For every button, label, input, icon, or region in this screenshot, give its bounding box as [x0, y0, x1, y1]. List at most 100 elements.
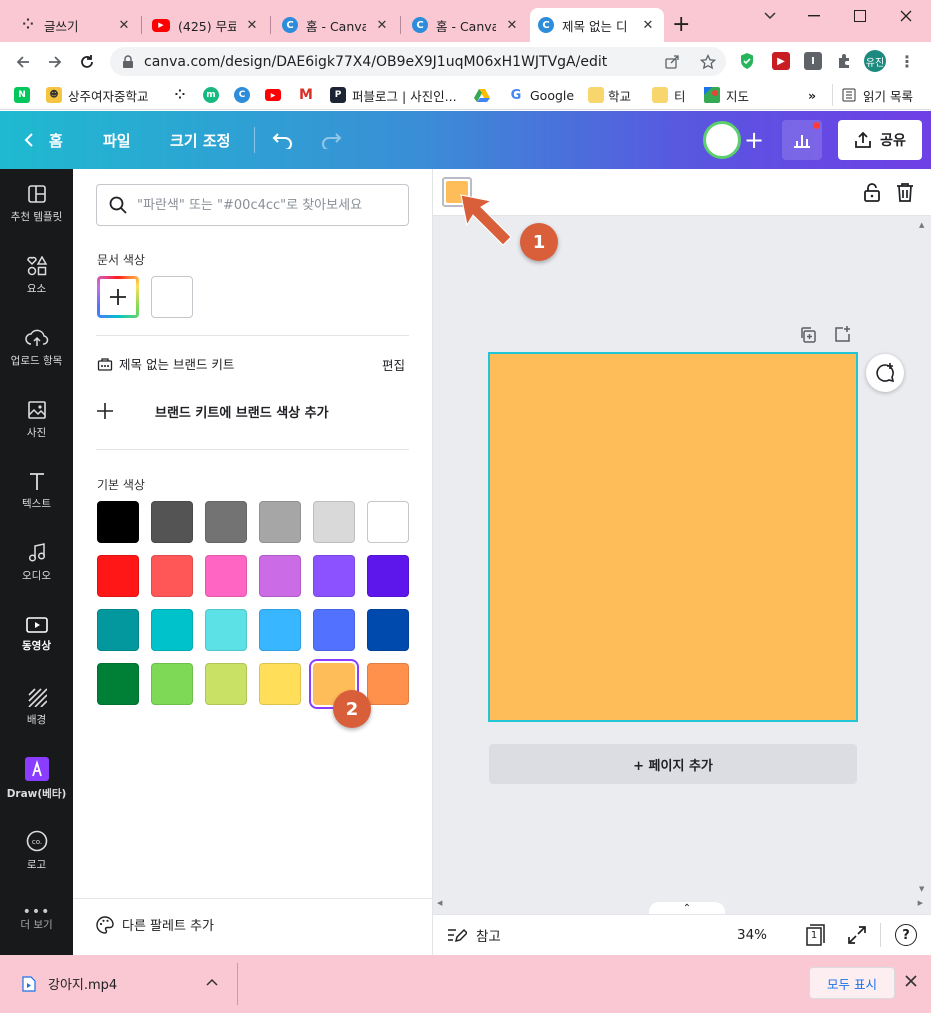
nav-templates[interactable]: 추천 템플릿	[0, 173, 73, 235]
brand-kit-edit-link[interactable]: 편집	[382, 355, 405, 374]
tab-2[interactable]: ▶ (425) 무료트 ✕	[144, 8, 268, 42]
nav-background[interactable]: 배경	[0, 676, 73, 738]
color-swatch[interactable]	[367, 663, 409, 705]
forward-arrow-icon[interactable]	[44, 51, 66, 73]
add-palette-button[interactable]: 다른 팔레트 추가	[96, 915, 214, 934]
bookmark-m[interactable]: m	[203, 84, 219, 106]
color-swatch[interactable]	[205, 663, 247, 705]
red-extension-icon[interactable]: ▶	[772, 52, 790, 70]
help-icon[interactable]: ?	[895, 924, 917, 946]
color-swatch[interactable]	[97, 501, 139, 543]
close-download-bar-icon[interactable]	[905, 975, 917, 991]
close-icon[interactable]: ✕	[244, 18, 260, 33]
chevron-up-icon[interactable]	[206, 975, 218, 990]
bookmark-school[interactable]: ☻ 상주여자중학교	[46, 84, 149, 106]
color-swatch[interactable]	[205, 609, 247, 651]
color-swatch[interactable]	[367, 501, 409, 543]
color-search-input[interactable]	[137, 197, 408, 213]
color-swatch[interactable]	[313, 501, 355, 543]
nav-uploads[interactable]: 업로드 항목	[0, 317, 73, 379]
tab-search-chevron-icon[interactable]	[756, 6, 784, 26]
tab-3[interactable]: C 홈 - Canva ✕	[274, 8, 398, 42]
bookmark-folder-school[interactable]: 학교	[608, 84, 631, 106]
vertical-scrollbar[interactable]: ▲ ▼	[919, 221, 927, 893]
color-swatch[interactable]	[259, 501, 301, 543]
close-icon[interactable]: ✕	[504, 18, 520, 33]
bookmark-naver[interactable]: N	[14, 84, 30, 106]
color-swatch[interactable]	[151, 501, 193, 543]
file-menu-button[interactable]: 파일	[103, 111, 131, 169]
bookmark-drive[interactable]	[474, 84, 490, 106]
color-swatch[interactable]	[97, 555, 139, 597]
page-count-button[interactable]: 1	[805, 923, 827, 947]
download-item[interactable]: 강아지.mp4	[22, 974, 117, 993]
bookmark-gmail[interactable]: M	[298, 84, 314, 106]
color-search-box[interactable]	[96, 184, 409, 226]
puzzle-icon[interactable]	[835, 52, 853, 70]
color-swatch[interactable]	[313, 609, 355, 651]
nav-audio[interactable]: 오디오	[0, 532, 73, 594]
design-page[interactable]	[488, 352, 858, 722]
add-doc-color-button[interactable]	[97, 276, 139, 318]
add-collaborator-icon[interactable]: +	[744, 111, 764, 169]
bookmark-maps[interactable]: 지도	[704, 84, 749, 106]
add-page-button[interactable]: + 페이지 추가	[489, 744, 857, 784]
trash-icon[interactable]	[896, 182, 914, 206]
color-swatch[interactable]	[97, 609, 139, 651]
bookmark-canva[interactable]: C	[234, 84, 250, 106]
nav-text[interactable]: 텍스트	[0, 460, 73, 522]
close-window-button[interactable]	[892, 6, 920, 26]
doc-color-swatch-white[interactable]	[151, 276, 193, 318]
bookmark-folder-ti[interactable]: 티	[652, 84, 686, 106]
insights-button[interactable]	[782, 120, 822, 160]
profile-avatar[interactable]: 유진	[864, 50, 886, 72]
nav-logo[interactable]: co. 로고	[0, 820, 73, 882]
share-page-icon[interactable]	[664, 54, 680, 70]
tab-5-active[interactable]: C 제목 없는 디 ✕	[530, 8, 664, 42]
lock-toggle-icon[interactable]	[863, 182, 881, 206]
back-arrow-icon[interactable]	[12, 51, 34, 73]
show-all-button[interactable]: 모두 표시	[809, 967, 895, 999]
bookmark-youtube[interactable]: ▶	[265, 84, 281, 106]
minimize-button[interactable]	[800, 6, 828, 26]
nav-draw[interactable]: Draw(베타)	[0, 748, 73, 810]
redo-icon[interactable]	[320, 111, 342, 169]
undo-icon[interactable]	[272, 111, 294, 169]
maximize-button[interactable]	[846, 6, 874, 26]
reload-icon[interactable]	[76, 51, 98, 73]
add-brand-color-button[interactable]: 브랜드 키트에 브랜드 색상 추가	[95, 397, 409, 425]
user-avatar[interactable]	[703, 121, 741, 159]
more-bookmarks-icon[interactable]: »	[808, 84, 816, 106]
zoom-level[interactable]: 34%	[737, 927, 767, 943]
color-swatch[interactable]	[205, 555, 247, 597]
home-button[interactable]: 홈	[24, 111, 63, 169]
bookmark-folder-empty[interactable]	[588, 84, 604, 106]
bookmark-tistory[interactable]: ⁘	[172, 84, 188, 106]
nav-elements[interactable]: 요소	[0, 245, 73, 307]
color-swatch[interactable]	[151, 609, 193, 651]
nav-more[interactable]: ••• 더 보기	[0, 891, 73, 953]
reading-list[interactable]: 읽기 목록	[832, 84, 913, 106]
tab-1[interactable]: ⁘ 글쓰기 ✕	[12, 8, 140, 42]
color-swatch[interactable]	[259, 555, 301, 597]
close-icon[interactable]: ✕	[116, 18, 132, 33]
nav-video[interactable]: 동영상	[0, 604, 73, 666]
color-swatch[interactable]	[205, 501, 247, 543]
add-comment-button[interactable]	[866, 354, 904, 392]
kebab-menu-icon[interactable]: ⋮	[898, 52, 916, 71]
address-omnibox[interactable]: canva.com/design/DAE6igk77X4/OB9eX9J1uqM…	[110, 47, 726, 76]
color-swatch[interactable]	[97, 663, 139, 705]
add-page-icon[interactable]	[833, 325, 851, 347]
color-swatch[interactable]	[151, 663, 193, 705]
resize-button[interactable]: 크기 조정	[170, 111, 230, 169]
tab-4[interactable]: C 홈 - Canva ✕	[404, 8, 528, 42]
share-button[interactable]: 공유	[838, 120, 922, 160]
star-icon[interactable]	[700, 53, 716, 70]
shield-extension-icon[interactable]	[738, 52, 756, 70]
color-swatch[interactable]	[259, 609, 301, 651]
color-swatch[interactable]	[259, 663, 301, 705]
bookmark-google[interactable]: G Google	[508, 84, 574, 106]
fullscreen-icon[interactable]	[847, 925, 867, 949]
bookmark-publog[interactable]: P 퍼블로그 | 사진인...	[330, 84, 457, 106]
gray-extension-icon[interactable]: I	[804, 52, 822, 70]
